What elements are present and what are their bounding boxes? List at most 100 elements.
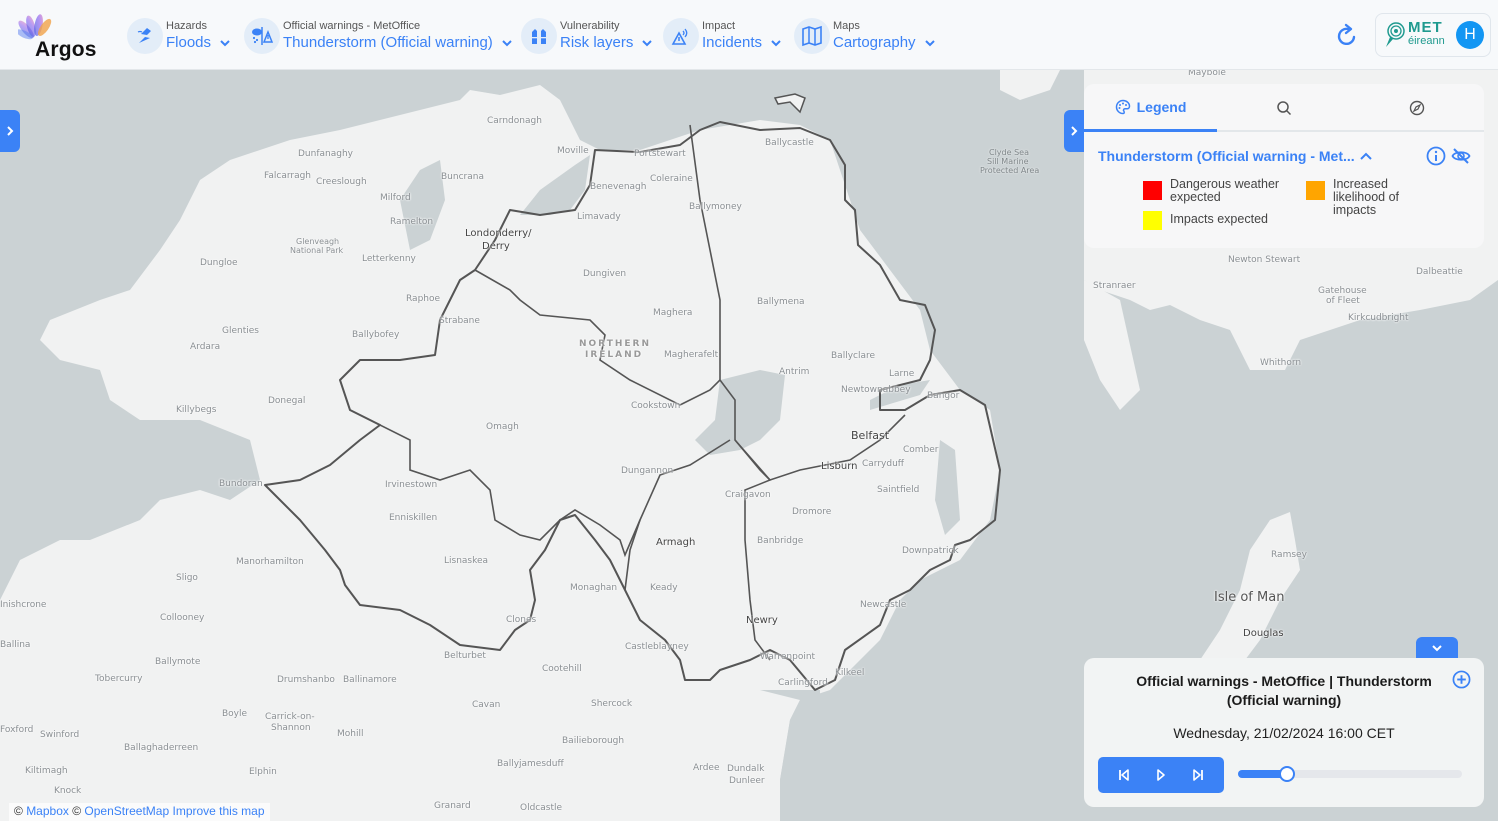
nav-caption: Official warnings - MetOffice <box>283 20 421 32</box>
place-label: Antrim <box>779 367 810 377</box>
avatar[interactable]: H <box>1456 21 1484 49</box>
tab-legend[interactable]: Legend <box>1084 84 1217 132</box>
nav-hazards-dropdown[interactable]: Hazards Floods <box>127 16 231 56</box>
place-label: Ballina <box>0 640 31 650</box>
legend-label: Impacts expected <box>1170 212 1268 226</box>
add-circle-icon[interactable] <box>1452 670 1471 689</box>
openstreetmap-link[interactable]: OpenStreetMap <box>84 804 169 818</box>
nav-caption: Vulnerability <box>560 20 620 32</box>
place-label: Milford <box>380 193 411 203</box>
thunderstorm-warning-icon <box>244 18 280 54</box>
nav-value: Cartography <box>833 34 916 51</box>
place-label: Whithorn <box>1260 358 1302 368</box>
improve-map-link[interactable]: Improve this map <box>172 804 264 818</box>
tab-search[interactable] <box>1217 84 1350 132</box>
place-label: Kiltimagh <box>25 766 68 776</box>
nav-maps-dropdown[interactable]: Maps Cartography <box>794 16 936 56</box>
timeline-collapse-button[interactable] <box>1416 637 1458 659</box>
region-label: NORTHERN <box>579 339 651 349</box>
chevron-down-icon <box>220 40 230 47</box>
brand-line2: éireann <box>1408 35 1445 47</box>
place-label: Castleblayney <box>625 642 689 652</box>
tab-navigation[interactable] <box>1350 84 1484 132</box>
app-name: Argos <box>35 38 97 61</box>
place-label: Newcastle <box>860 600 907 610</box>
eye-off-icon[interactable] <box>1451 146 1471 166</box>
player-controls <box>1098 757 1224 793</box>
copyright-symbol: © <box>14 804 23 818</box>
compass-icon <box>1409 100 1425 116</box>
place-label: Foxford <box>0 725 34 735</box>
place-label: Granard <box>434 801 471 811</box>
place-label: Carlingford <box>778 678 828 688</box>
city-label: Isle of Man <box>1214 590 1285 605</box>
place-label: Elphin <box>249 767 277 777</box>
city-label: Derry <box>482 241 510 252</box>
brand-line1: MET <box>1408 19 1443 36</box>
city-label: Lisburn <box>821 461 858 472</box>
place-label: Ardee <box>693 763 720 773</box>
slider-thumb[interactable] <box>1279 766 1296 782</box>
place-label: Dungannon <box>621 466 674 476</box>
skip-back-button[interactable] <box>1114 765 1134 785</box>
place-label: Bundoran <box>219 479 263 489</box>
place-label: Knock <box>54 786 82 796</box>
nav-vulnerability-dropdown[interactable]: Vulnerability Risk layers <box>521 16 653 56</box>
place-label: National Park <box>290 246 344 255</box>
place-label: Carndonagh <box>487 116 542 126</box>
nav-value: Risk layers <box>560 34 634 51</box>
place-label: Saintfield <box>877 485 920 495</box>
place-label: Mohill <box>337 729 364 739</box>
place-label: Inishcrone <box>0 600 47 610</box>
place-label: Magherafelt <box>664 350 719 360</box>
info-icon[interactable] <box>1426 146 1446 166</box>
met-eireann-logo-icon <box>1386 22 1405 47</box>
place-label: Cavan <box>472 700 501 710</box>
place-label: Ballyclare <box>831 351 876 361</box>
search-icon <box>1276 101 1291 116</box>
skip-forward-button[interactable] <box>1188 765 1208 785</box>
timeline-title: Official warnings - MetOffice | Thunders… <box>1136 673 1432 708</box>
place-label: Carrick-on- <box>265 712 315 722</box>
nav-caption: Impact <box>702 20 736 32</box>
right-panel-toggle[interactable] <box>1064 110 1084 152</box>
met-eireann-brand: MET éireann <box>1408 20 1445 47</box>
place-label: Cookstown <box>631 401 681 411</box>
legend-layer-title[interactable]: Thunderstorm (Official warning - Met... <box>1098 148 1355 164</box>
palette-icon <box>1115 99 1130 114</box>
life-vest-icon <box>521 18 557 54</box>
place-label: Dungiven <box>583 269 627 279</box>
timeline-datetime: Wednesday, 21/02/2024 16:00 CET <box>1173 725 1395 741</box>
legend-swatch <box>1306 181 1325 200</box>
place-label: Downpatrick <box>902 546 959 556</box>
place-label: Letterkenny <box>362 254 416 264</box>
place-label: Newton Stewart <box>1228 255 1301 265</box>
refresh-icon[interactable] <box>1334 23 1360 49</box>
place-label: Ballinamore <box>343 675 397 685</box>
place-label: Coleraine <box>650 174 693 184</box>
city-label: Belfast <box>851 429 890 442</box>
place-label: Moville <box>557 146 589 156</box>
timeline-slider[interactable] <box>1238 766 1462 782</box>
nav-official-warnings-dropdown[interactable]: Official warnings - MetOffice Thundersto… <box>244 16 513 56</box>
place-label: Ballymena <box>757 297 805 307</box>
chevron-down-icon <box>924 40 935 47</box>
chevron-up-icon[interactable] <box>1358 148 1374 164</box>
skip-forward-icon <box>1192 769 1203 781</box>
place-label: Swinford <box>40 730 80 740</box>
nav-impact-dropdown[interactable]: Impact Incidents <box>663 16 782 56</box>
place-label: Manorhamilton <box>236 557 304 567</box>
place-label: Sligo <box>176 573 198 583</box>
left-panel-toggle[interactable] <box>0 110 20 152</box>
user-account-box[interactable]: MET éireann H <box>1375 13 1491 57</box>
region-label: IRELAND <box>585 350 644 360</box>
flood-icon <box>127 18 163 54</box>
chevron-down-icon <box>1432 645 1442 652</box>
chevron-down-icon <box>771 40 781 47</box>
place-label: Shercock <box>591 699 633 709</box>
play-button[interactable] <box>1151 765 1171 785</box>
argos-logo[interactable]: Argos <box>16 12 106 61</box>
place-label: Ballyjamesduff <box>497 759 564 769</box>
place-label: Maghera <box>653 308 693 318</box>
mapbox-link[interactable]: Mapbox <box>26 804 69 818</box>
